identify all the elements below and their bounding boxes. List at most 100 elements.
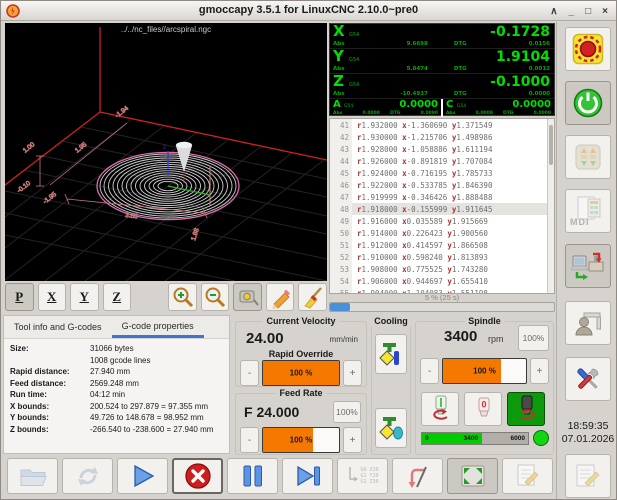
tab-gcode-properties[interactable]: G-code properties	[112, 316, 204, 338]
gcode-line[interactable]: 50r1.914000 x0.226423 y1.900560	[330, 227, 554, 239]
pause-button[interactable]	[227, 458, 278, 494]
scrollbar-thumb[interactable]	[549, 125, 553, 165]
spindle-track[interactable]: 100 %	[442, 358, 527, 384]
feed-rate-slider: - 100 % +	[240, 427, 362, 453]
view-x-button[interactable]: X	[38, 283, 67, 311]
clear-plot-button[interactable]	[298, 283, 327, 311]
user-tabs-button[interactable]	[565, 301, 611, 345]
gcode-line[interactable]: 53r1.908000 x0.775525 y1.743280	[330, 263, 554, 275]
maximize-button[interactable]: □	[585, 6, 591, 17]
feed-minus-button[interactable]: -	[240, 427, 259, 453]
gcode-line[interactable]: 47r1.919999 x-0.346426 y1.888488	[330, 191, 554, 203]
open-file-button[interactable]	[7, 458, 58, 494]
axis-value: 0.0000	[512, 99, 551, 110]
info-notebook: Tool info and G-codes G-code properties …	[3, 315, 230, 454]
axis-value: 1.9104	[496, 49, 550, 65]
stop-button[interactable]	[172, 458, 223, 494]
axis-letter: Y	[333, 49, 344, 64]
gcode-line[interactable]: 42r1.930000 x-1.215706 y1.498986	[330, 131, 554, 143]
gcode-line[interactable]: 41r1.932000 x-1.360690 y1.371549	[330, 119, 554, 131]
gcode-line[interactable]: 45r1.924000 x-0.716195 y1.785733	[330, 167, 554, 179]
step-icon	[293, 462, 323, 490]
minimize-button[interactable]: _	[569, 6, 575, 17]
axis-letter: C	[446, 99, 453, 110]
velocity-unit: mm/min	[330, 335, 358, 344]
axis-value: -0.1000	[490, 74, 550, 90]
gcode-properties: Size:31066 bytes 1008 gcode lines Rapid …	[4, 339, 229, 439]
estop-button[interactable]	[565, 27, 611, 71]
spindle-plus-button[interactable]: +	[530, 358, 549, 384]
progress-bar	[329, 302, 555, 312]
dro-axis-x[interactable]: X G54 -0.1728 Abs 9.6698 DTG 0.0156	[330, 24, 554, 49]
manual-mode-button[interactable]	[565, 135, 611, 179]
step-button[interactable]	[282, 458, 333, 494]
rapid-minus-button[interactable]: -	[240, 360, 259, 386]
reload-file-button[interactable]	[62, 458, 113, 494]
dro-axis-z[interactable]: Z G54 -0.1000 Abs -10.4937 DTG 0.0000	[330, 74, 554, 99]
spindle-stop-button[interactable]: 0	[464, 392, 502, 426]
auto-mode-button[interactable]	[565, 244, 611, 288]
stop-icon	[184, 462, 212, 490]
rollup-button[interactable]: ∧	[550, 6, 557, 17]
gcode-line[interactable]: 46r1.922000 x-0.533785 y1.846390	[330, 179, 554, 191]
dro-axis-c[interactable]: C G54 0.0000 Abs 0.0000 DTG 0.0000	[443, 99, 554, 117]
feed-rate-track[interactable]: 100 %	[262, 427, 340, 453]
dro-panel[interactable]: X G54 -0.1728 Abs 9.6698 DTG 0.0156 Y G5…	[329, 23, 555, 116]
gcode-line[interactable]: 52r1.910000 x0.598240 y1.813893	[330, 251, 554, 263]
tab-tool-info[interactable]: Tool info and G-codes	[4, 316, 112, 338]
cooling-title: Cooling	[370, 316, 412, 326]
gcode-line[interactable]: 44r1.926000 x-0.891819 y1.707084	[330, 155, 554, 167]
gcode-line[interactable]: 54r1.906000 x0.944697 y1.655410	[330, 275, 554, 287]
fullscreen-preview-button[interactable]	[447, 458, 498, 494]
skip-block-button[interactable]	[392, 458, 443, 494]
skip-block-icon	[404, 462, 432, 490]
machine-on-button[interactable]	[565, 81, 611, 125]
run-button[interactable]	[117, 458, 168, 494]
edit-gcode-button[interactable]	[502, 458, 553, 494]
gcode-line[interactable]: 43r1.928000 x-1.058886 y1.611194	[330, 143, 554, 155]
notepad-pencil-icon	[573, 462, 603, 490]
gcode-scrollbar[interactable]	[547, 119, 554, 293]
feed-reset-button[interactable]: 100%	[333, 401, 361, 423]
abs-value: -10.4937	[344, 91, 427, 97]
spindle-cw-button[interactable]	[507, 392, 545, 426]
spindle-rpm-unit: rpm	[488, 334, 504, 344]
mist-button[interactable]	[375, 334, 407, 374]
dro-axis-y[interactable]: Y G54 1.9104 Abs 5.8474 DTG 0.0012	[330, 49, 554, 74]
view-p-button[interactable]: P	[5, 283, 34, 311]
coord-system: G54	[344, 104, 353, 109]
feed-plus-button[interactable]: +	[343, 427, 362, 453]
flood-button[interactable]	[375, 408, 407, 448]
edit-offsets-button[interactable]	[266, 283, 295, 311]
zoom-in-button[interactable]	[168, 283, 197, 311]
mist-icon	[378, 339, 404, 369]
gcode-view[interactable]: 41r1.932000 x-1.360690 y1.371549 42r1.93…	[329, 118, 555, 294]
settings-button[interactable]	[565, 357, 611, 401]
rapid-override-track[interactable]: 100 %	[262, 360, 340, 386]
gmoccapy-window: gmoccapy 3.5.1 for LinuxCNC 2.10.0~pre0 …	[0, 0, 617, 500]
dro-axis-a[interactable]: A G54 0.0000 Abs 0.0000 DTG 0.0000	[330, 99, 441, 117]
run-from-line-button[interactable]: G0 X10 G1 Y20 G1 Z30	[337, 458, 388, 494]
spindle-rpm-value: 3400	[444, 328, 477, 345]
gcode-line[interactable]: 49r1.916000 x0.035589 y1.915669	[330, 215, 554, 227]
gremlin-preview[interactable]: ../../nc_files//arcspiral.ngc	[5, 23, 327, 281]
view-y-button[interactable]: Y	[70, 283, 99, 311]
mdi-mode-button[interactable]: MDI	[565, 189, 611, 233]
view-dimensions-button[interactable]	[233, 283, 262, 311]
machine-limits	[5, 27, 327, 185]
progress-label: 5 % (25 s)	[329, 293, 555, 302]
pause-icon	[240, 462, 266, 490]
close-button[interactable]: ×	[602, 6, 608, 17]
abs-value: 0.0000	[455, 111, 493, 116]
gcode-line[interactable]: 51r1.912000 x0.414597 y1.866508	[330, 239, 554, 251]
gcode-line-current[interactable]: 48r1.918000 x-0.155999 y1.911645	[330, 203, 554, 215]
spindle-bar-current: 3400	[464, 435, 478, 442]
spindle-ccw-button[interactable]	[421, 392, 459, 426]
spindle-minus-button[interactable]: -	[420, 358, 439, 384]
axis-letter: Z	[333, 74, 344, 89]
rapid-plus-button[interactable]: +	[343, 360, 362, 386]
view-z-button[interactable]: Z	[103, 283, 132, 311]
zoom-out-button[interactable]	[201, 283, 230, 311]
message-log-button[interactable]	[565, 454, 611, 498]
spindle-reset-button[interactable]: 100%	[518, 325, 549, 351]
